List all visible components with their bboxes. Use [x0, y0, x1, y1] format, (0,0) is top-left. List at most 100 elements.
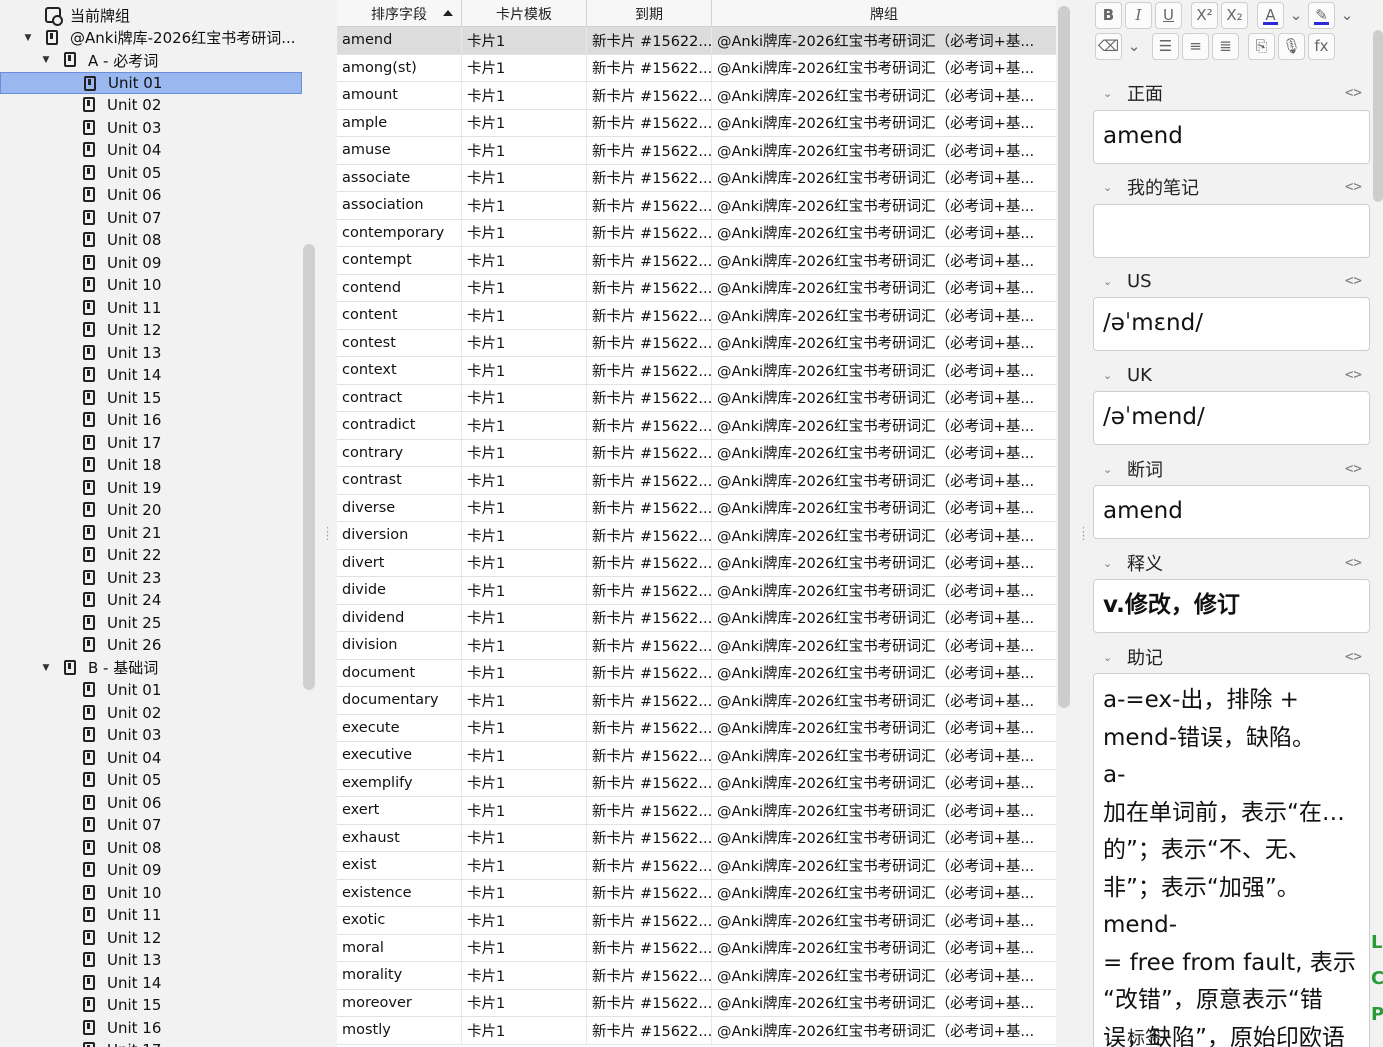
table-row[interactable]: exert 卡片1 新卡片 #15622... @Anki牌库-2026红宝书考研词汇… [337, 797, 1056, 825]
collapse-chevron-icon[interactable]: ⌄ [1103, 651, 1112, 664]
table-row[interactable]: moral 卡片1 新卡片 #15622... @Anki牌库-2026红宝书考研词汇… [337, 934, 1056, 962]
field-header-mnemonic[interactable]: ⌄ 助记 <> [1091, 642, 1381, 672]
tree-item-unit[interactable]: Unit 16 [0, 409, 302, 431]
column-header-deck[interactable]: 牌组 [712, 0, 1056, 27]
field-input-syllables[interactable]: amend [1093, 485, 1370, 539]
formula-button[interactable]: fx [1308, 32, 1335, 60]
text-color-dropdown[interactable]: ⌄ [1287, 2, 1305, 29]
table-scrollbar-thumb[interactable] [1058, 6, 1070, 708]
superscript-button[interactable]: X² [1191, 1, 1218, 29]
field-input-definition[interactable]: v.修改，修订 [1093, 579, 1370, 633]
collapse-chevron-icon[interactable]: ⌄ [1103, 181, 1112, 194]
table-row[interactable]: execute 卡片1 新卡片 #15622... @Anki牌库-2026红宝书考研… [337, 714, 1056, 742]
tree-item-unit[interactable]: Unit 25 [0, 612, 302, 634]
table-row[interactable]: moreover 卡片1 新卡片 #15622... @Anki牌库-2026红宝书考… [337, 989, 1056, 1017]
field-input-front[interactable]: amend [1093, 110, 1370, 164]
tree-item-group-a[interactable]: ▼ A - 必考词 [0, 49, 302, 71]
tree-item-unit[interactable]: Unit 18 [0, 454, 302, 476]
subscript-button[interactable]: X₂ [1221, 1, 1248, 29]
tree-item-unit[interactable]: Unit 03 [0, 117, 302, 139]
table-row[interactable]: divide 卡片1 新卡片 #15622... @Anki牌库-2026红宝书考研词… [337, 577, 1056, 605]
collapse-chevron-icon[interactable]: ⌄ [1103, 369, 1112, 382]
tree-item-unit[interactable]: Unit 03 [0, 724, 302, 746]
table-row[interactable]: amuse 卡片1 新卡片 #15622... @Anki牌库-2026红宝书考研词汇… [337, 137, 1056, 165]
table-row[interactable]: amount 卡片1 新卡片 #15622... @Anki牌库-2026红宝书考研词… [337, 82, 1056, 110]
chevron-down-icon[interactable]: ▼ [40, 54, 52, 66]
html-editor-toggle-icon[interactable]: <> [1345, 179, 1362, 195]
table-row[interactable]: contend 卡片1 新卡片 #15622... @Anki牌库-2026红宝书考研… [337, 274, 1056, 302]
tree-item-unit[interactable]: Unit 09 [0, 859, 302, 881]
table-row[interactable]: divert 卡片1 新卡片 #15622... @Anki牌库-2026红宝书考研词… [337, 549, 1056, 577]
tree-item-unit[interactable]: Unit 21 [0, 522, 302, 544]
tree-item-unit[interactable]: Unit 15 [0, 387, 302, 409]
tree-item-unit[interactable]: Unit 12 [0, 927, 302, 949]
table-row[interactable]: ample 卡片1 新卡片 #15622... @Anki牌库-2026红宝书考研词汇… [337, 109, 1056, 137]
splitter-handle-left[interactable]: ⋮ ⋮ [322, 526, 333, 541]
table-row[interactable]: contract 卡片1 新卡片 #15622... @Anki牌库-2026红宝书考… [337, 384, 1056, 412]
tree-item-unit[interactable]: Unit 10 [0, 274, 302, 296]
tree-item-unit[interactable]: Unit 06 [0, 792, 302, 814]
tree-item-unit[interactable]: Unit 02 [0, 94, 302, 116]
tree-item-unit[interactable]: Unit 06 [0, 184, 302, 206]
align-button[interactable]: ≣ [1212, 32, 1239, 60]
tree-item-unit[interactable]: Unit 05 [0, 769, 302, 791]
table-row[interactable]: contradict 卡片1 新卡片 #15622... @Anki牌库-2026红宝… [337, 412, 1056, 440]
html-editor-toggle-icon[interactable]: <> [1345, 555, 1362, 571]
tree-item-unit[interactable]: Unit 14 [0, 972, 302, 994]
tree-item-unit[interactable]: Unit 04 [0, 747, 302, 769]
table-row[interactable]: contest 卡片1 新卡片 #15622... @Anki牌库-2026红宝书考研… [337, 329, 1056, 357]
column-header-sort-field[interactable]: 排序字段 [337, 0, 462, 27]
chevron-down-icon[interactable]: ▼ [22, 32, 34, 44]
italic-button[interactable]: I [1125, 1, 1152, 29]
table-row[interactable]: contrary 卡片1 新卡片 #15622... @Anki牌库-2026红宝书考… [337, 439, 1056, 467]
tree-item-group-b[interactable]: ▼ B - 基础词 [0, 657, 302, 679]
field-header-my-notes[interactable]: ⌄ 我的笔记 <> [1091, 172, 1381, 202]
tree-item-unit[interactable]: Unit 14 [0, 364, 302, 386]
html-editor-toggle-icon[interactable]: <> [1345, 85, 1362, 101]
field-header-uk-phonetic[interactable]: ⌄ UK <> [1091, 360, 1381, 390]
html-editor-toggle-icon[interactable]: <> [1345, 649, 1362, 665]
collapse-chevron-icon[interactable]: ⌄ [1103, 1031, 1112, 1044]
table-row[interactable]: morality 卡片1 新卡片 #15622... @Anki牌库-2026红宝书考… [337, 962, 1056, 990]
highlight-color-button[interactable]: ✎ [1308, 1, 1335, 29]
unordered-list-button[interactable]: ☰ [1152, 32, 1179, 60]
html-editor-toggle-icon[interactable]: <> [1345, 273, 1362, 289]
html-editor-toggle-icon[interactable]: <> [1345, 461, 1362, 477]
tree-item-unit[interactable]: Unit 20 [0, 499, 302, 521]
tree-item-unit[interactable]: Unit 01 [0, 71, 302, 94]
table-row[interactable]: existence 卡片1 新卡片 #15622... @Anki牌库-2026红宝书… [337, 879, 1056, 907]
table-row[interactable]: amend 卡片1 新卡片 #15622... @Anki牌库-2026红宝书考研词汇… [337, 27, 1056, 55]
highlight-dropdown[interactable]: ⌄ [1338, 2, 1356, 29]
table-row[interactable]: contempt 卡片1 新卡片 #15622... @Anki牌库-2026红宝书考… [337, 247, 1056, 275]
collapse-chevron-icon[interactable]: ⌄ [1103, 275, 1112, 288]
column-header-due[interactable]: 到期 [587, 0, 712, 27]
tree-item-unit[interactable]: Unit 08 [0, 837, 302, 859]
tree-item-unit[interactable]: Unit 13 [0, 342, 302, 364]
underline-button[interactable]: U [1155, 1, 1182, 29]
table-row[interactable]: exemplify 卡片1 新卡片 #15622... @Anki牌库-2026红宝书… [337, 769, 1056, 797]
tree-item-root-deck[interactable]: ▼ @Anki牌库-2026红宝书考研词... [0, 27, 302, 49]
table-row[interactable]: content 卡片1 新卡片 #15622... @Anki牌库-2026红宝书考研… [337, 302, 1056, 330]
table-row[interactable]: dividend 卡片1 新卡片 #15622... @Anki牌库-2026红宝书考… [337, 604, 1056, 632]
table-row[interactable]: exist 卡片1 新卡片 #15622... @Anki牌库-2026红宝书考研词汇… [337, 852, 1056, 880]
table-row[interactable]: exhaust 卡片1 新卡片 #15622... @Anki牌库-2026红宝书考研… [337, 824, 1056, 852]
field-header-tags[interactable]: ⌄ 标签 [1091, 1022, 1381, 1047]
table-row[interactable]: diverse 卡片1 新卡片 #15622... @Anki牌库-2026红宝书考研… [337, 494, 1056, 522]
tree-item-unit[interactable]: Unit 10 [0, 882, 302, 904]
attach-button[interactable]: ⎘ [1248, 32, 1275, 60]
field-input-my-notes[interactable] [1093, 204, 1370, 258]
field-input-uk-phonetic[interactable]: /əˈmend/ [1093, 391, 1370, 445]
tree-item-unit[interactable]: Unit 19 [0, 477, 302, 499]
tree-item-unit[interactable]: Unit 05 [0, 162, 302, 184]
tree-item-unit[interactable]: Unit 02 [0, 702, 302, 724]
collapse-chevron-icon[interactable]: ⌄ [1103, 463, 1112, 476]
eraser-button[interactable]: ⌫ [1095, 32, 1122, 60]
table-row[interactable]: contemporary 卡片1 新卡片 #15622... @Anki牌库-2026… [337, 219, 1056, 247]
table-row[interactable]: associate 卡片1 新卡片 #15622... @Anki牌库-2026红宝书… [337, 164, 1056, 192]
tree-item-unit[interactable]: Unit 24 [0, 589, 302, 611]
splitter-handle-right[interactable]: ⋮ ⋮ [1078, 526, 1089, 541]
collapse-chevron-icon[interactable]: ⌄ [1103, 557, 1112, 570]
tree-item-unit[interactable]: Unit 01 [0, 679, 302, 701]
tree-item-unit[interactable]: Unit 16 [0, 1017, 302, 1039]
field-header-front[interactable]: ⌄ 正面 <> [1091, 78, 1381, 108]
